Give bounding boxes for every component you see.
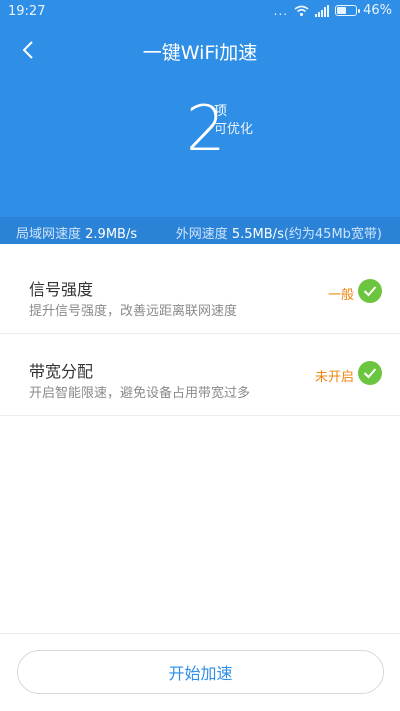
lan-speed-label: 局域网速度 [16,227,82,242]
status-bar: 19:27 ... 46% [0,0,400,24]
check-icon [358,279,382,303]
item-title: 带宽分配 [29,362,94,381]
footer-divider [0,633,400,634]
item-status: 未开启 [314,370,354,385]
optimize-label: 可优化 [214,122,254,137]
lan-speed-value: 2.9MB/s [85,227,138,242]
status-time: 19:27 [8,4,46,19]
signal-icon [315,4,330,17]
start-boost-button[interactable]: 开始加速 [17,650,384,694]
list-item-signal[interactable]: 信号强度 提升信号强度，改善远距离联网速度 一般 [0,252,400,334]
wan-speed-value: 5.5MB/s [231,227,284,242]
check-icon [358,361,382,385]
status-icons: ... 46% [274,3,392,18]
item-description: 开启智能限速，避免设备占用带宽过多 [29,386,251,401]
battery-icon [335,5,361,16]
page-title: 一键WiFi加速 [142,42,258,64]
optimize-unit: 项 [214,104,228,119]
wifi-icon [294,5,309,16]
speed-bar: 局域网速度 2.9MB/s 外网速度 5.5MB/s(约为45Mb宽带) [0,217,400,244]
wan-speed-label: 外网速度 [175,227,228,242]
wan-speed-note: (约为45Mb宽带) [283,227,382,242]
wan-speed: 外网速度 5.5MB/s(约为45Mb宽带) [176,223,382,242]
list-item-bandwidth[interactable]: 带宽分配 开启智能限速，避免设备占用带宽过多 未开启 [0,334,400,416]
lan-speed: 局域网速度 2.9MB/s [16,223,137,242]
more-dots: ... [273,3,289,18]
battery-percent: 46% [363,3,392,18]
item-title: 信号强度 [29,280,94,299]
item-description: 提升信号强度，改善远距离联网速度 [29,304,238,319]
header: 19:27 ... 46% 一键WiFi加速 2 项 可优化 局域网速度 2.9… [0,0,400,244]
item-status: 一般 [327,288,354,303]
